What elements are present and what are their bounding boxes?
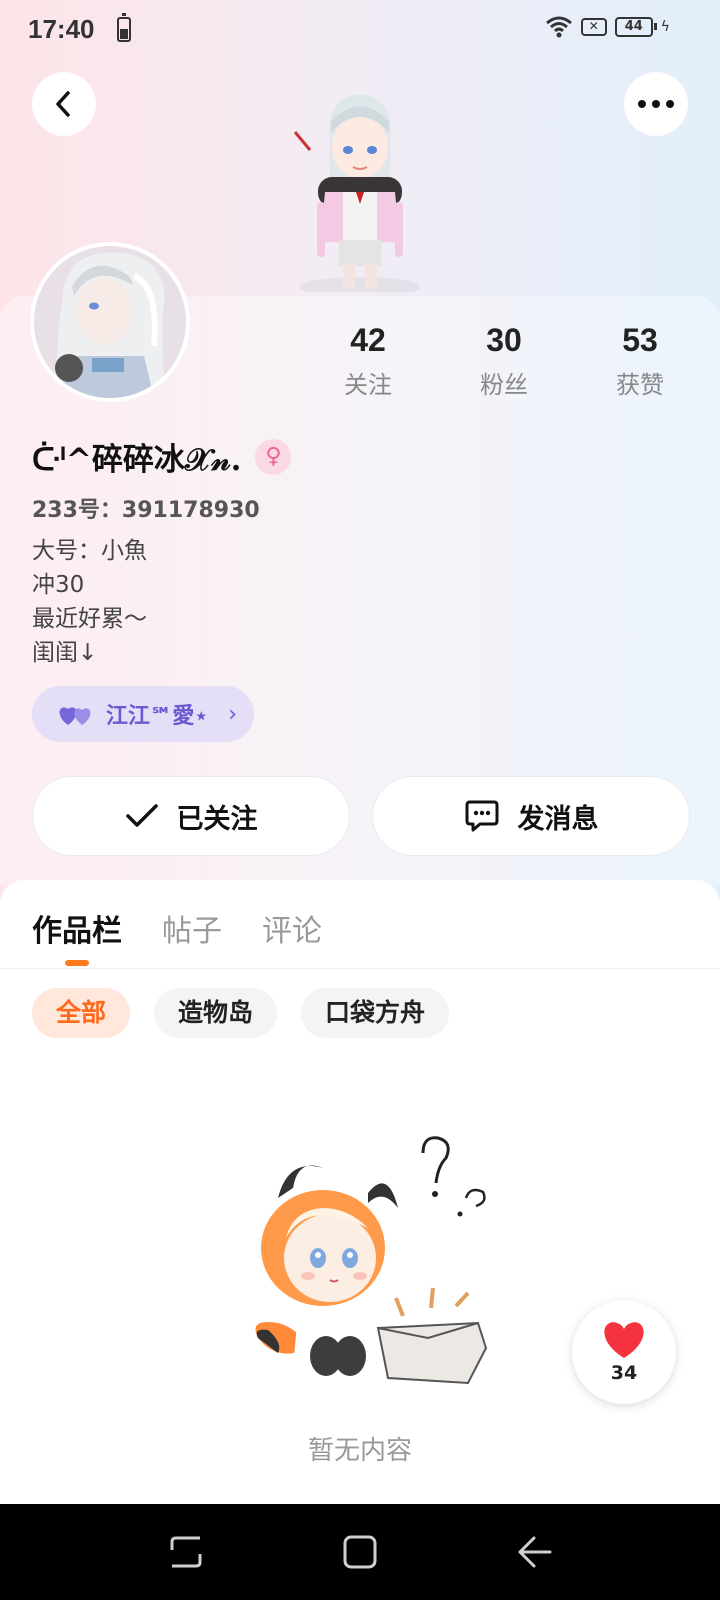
followed-button[interactable]: 已关注 [32, 776, 350, 856]
double-heart-icon [59, 707, 91, 725]
heart-icon [604, 1322, 644, 1358]
content-panel: 作品栏 帖子 评论 全部 造物岛 口袋方舟 暂无内容 [0, 880, 720, 1504]
recent-apps-icon[interactable] [166, 1532, 206, 1572]
profile-stats: 42 关注 30 粉丝 53 获赞 [300, 322, 710, 400]
chat-bubble-icon [465, 800, 498, 832]
tab-comments[interactable]: 评论 [262, 906, 322, 950]
cp-relationship-pill[interactable]: 江江℠愛⋆ › [32, 686, 254, 742]
stat-likes-label: 获赞 [616, 371, 664, 399]
tab-divider [0, 968, 720, 969]
send-message-button[interactable]: 发消息 [372, 776, 690, 856]
no-sim-icon: ✕ [580, 18, 607, 36]
stat-likes[interactable]: 53 获赞 [572, 322, 708, 400]
profile-character-model [293, 94, 420, 292]
stat-following-count: 42 [350, 322, 386, 358]
followed-label: 已关注 [176, 803, 258, 835]
bio-line: 冲30 [32, 572, 85, 598]
battery-icon [117, 13, 131, 42]
more-dots-icon [638, 100, 674, 108]
tab-posts[interactable]: 帖子 [162, 906, 222, 950]
status-time: 17:40 [28, 14, 95, 44]
user-id: 233号：391178930 [32, 498, 260, 523]
chip-creation-island[interactable]: 造物岛 [154, 988, 278, 1038]
chevron-right-icon: › [228, 701, 238, 727]
bio-line: 闺闺↓ [32, 640, 98, 666]
female-gender-icon: ♀ [255, 438, 292, 475]
stat-followers[interactable]: 30 粉丝 [436, 322, 572, 400]
status-bar: 17:40 ✕ 44 ϟ [0, 0, 720, 62]
checkmark-icon [125, 804, 158, 827]
send-message-label: 发消息 [517, 803, 599, 835]
tab-indicator [65, 960, 89, 966]
system-nav-bar [0, 1504, 720, 1600]
cp-name: 江江℠愛⋆ [106, 704, 209, 729]
stat-likes-count: 53 [622, 322, 658, 358]
empty-state-text: 暂无内容 [307, 1436, 412, 1466]
status-icons: ✕ 44 ϟ [545, 16, 670, 38]
tab-works[interactable]: 作品栏 [32, 906, 122, 950]
back-nav-icon[interactable] [514, 1532, 554, 1572]
wifi-icon [545, 16, 572, 38]
chip-all[interactable]: 全部 [32, 988, 131, 1038]
stat-followers-label: 粉丝 [480, 371, 528, 399]
more-options-button[interactable] [624, 72, 688, 136]
nickname-row: ᑤᑊ^碎碎冰𝒳𝓃. ♀ [32, 434, 292, 479]
bio: 大号：小魚 冲30 最近好累～ 闺闺↓ [32, 534, 147, 670]
battery-level-icon: 44 [614, 17, 657, 37]
home-icon[interactable] [340, 1532, 380, 1572]
chip-pocket-ark[interactable]: 口袋方舟 [301, 988, 450, 1038]
stat-following-label: 关注 [344, 371, 392, 399]
charging-icon: ϟ [660, 19, 670, 35]
content-tabs: 作品栏 帖子 评论 [32, 906, 322, 950]
like-count: 34 [610, 1362, 638, 1384]
nickname: ᑤᑊ^碎碎冰𝒳𝓃. [32, 442, 242, 478]
chevron-left-icon [56, 91, 70, 117]
empty-state-illustration [255, 1136, 488, 1385]
filter-chips: 全部 造物岛 口袋方舟 [32, 988, 450, 1038]
avatar-image [34, 246, 186, 398]
stat-followers-count: 30 [486, 322, 522, 358]
stat-following[interactable]: 42 关注 [300, 322, 436, 400]
like-button[interactable]: 34 [572, 1300, 676, 1404]
bio-line: 最近好累～ [32, 606, 147, 632]
bio-line: 大号：小魚 [32, 538, 147, 564]
back-button[interactable] [32, 72, 96, 136]
avatar[interactable] [30, 242, 190, 402]
